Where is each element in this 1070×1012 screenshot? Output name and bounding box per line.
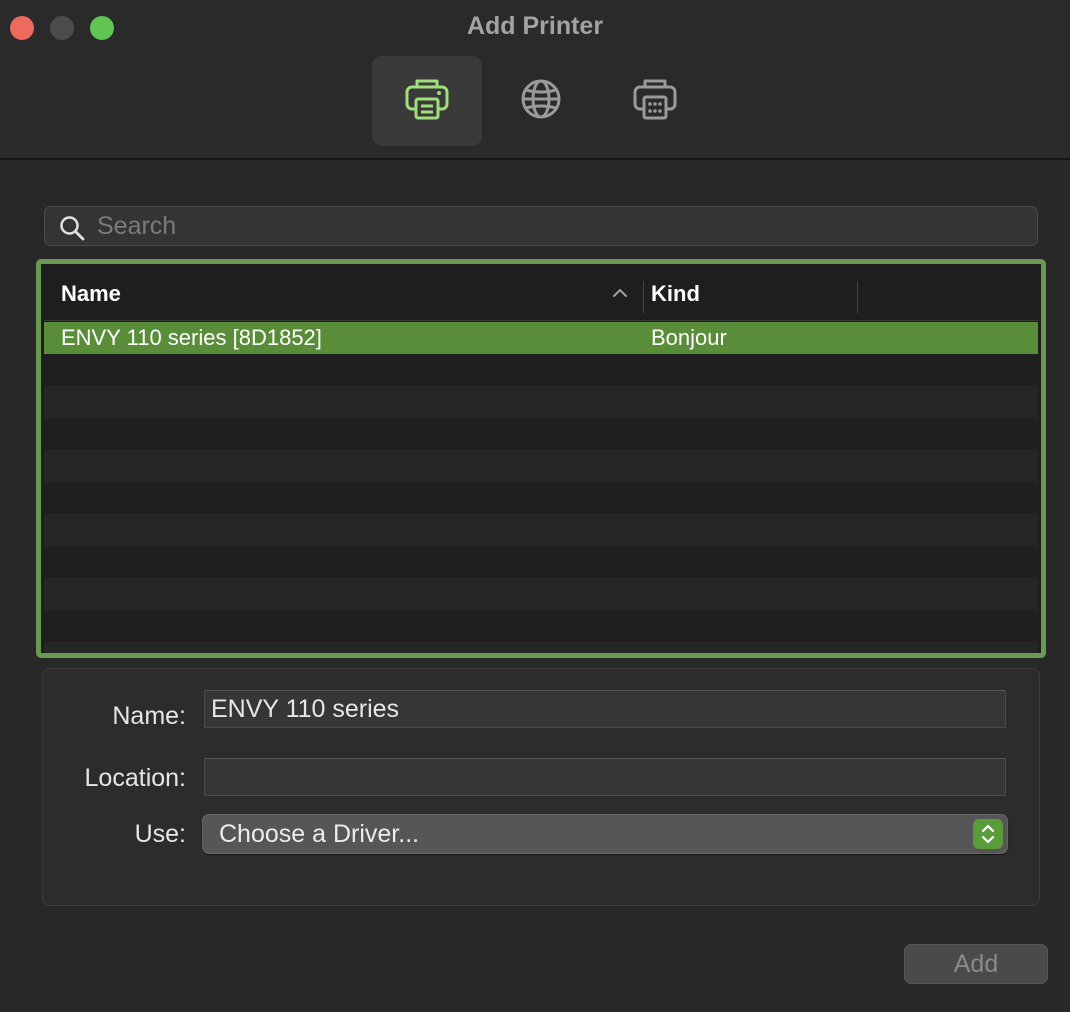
empty-row xyxy=(44,386,1038,418)
use-label: Use: xyxy=(134,820,186,848)
driver-popup-button[interactable]: Choose a Driver... xyxy=(202,814,1008,854)
search-icon xyxy=(59,215,85,246)
name-field[interactable] xyxy=(204,690,1006,728)
printer-windows-icon xyxy=(631,75,679,128)
table-header: Name Kind xyxy=(44,267,1038,321)
empty-row xyxy=(44,482,1038,514)
add-button[interactable]: Add xyxy=(904,944,1048,984)
title-bar: Add Printer xyxy=(0,0,1070,160)
printer-kind-cell: Bonjour xyxy=(651,325,727,350)
toolbar-default-button[interactable] xyxy=(372,56,482,146)
empty-row xyxy=(44,642,1038,653)
table-body: ENVY 110 series [8D1852] Bonjour xyxy=(44,322,1038,653)
empty-row xyxy=(44,418,1038,450)
column-separator[interactable] xyxy=(643,281,644,313)
driver-popup-value: Choose a Driver... xyxy=(219,820,420,848)
column-header-kind[interactable]: Kind xyxy=(651,267,851,321)
location-label: Location: xyxy=(84,764,186,792)
add-printer-window: Add Printer Search Name Kind ENVY 110 se… xyxy=(0,0,1070,1012)
printer-name-cell: ENVY 110 series [8D1852] xyxy=(61,325,322,350)
sort-ascending-icon[interactable] xyxy=(612,285,628,306)
column-separator[interactable] xyxy=(857,281,858,313)
globe-ip-icon xyxy=(519,77,563,126)
empty-row xyxy=(44,578,1038,610)
empty-row xyxy=(44,354,1038,386)
window-title: Add Printer xyxy=(466,12,604,40)
empty-row xyxy=(44,514,1038,546)
empty-row xyxy=(44,450,1038,482)
name-label: Name: xyxy=(112,702,186,730)
table-row[interactable]: ENVY 110 series [8D1852] Bonjour xyxy=(44,322,1038,354)
toolbar-ip-button[interactable] xyxy=(486,56,596,146)
column-header-name[interactable]: Name xyxy=(61,267,621,321)
printer-list[interactable]: Name Kind ENVY 110 series [8D1852] Bonjo… xyxy=(36,259,1046,658)
printer-default-icon xyxy=(403,75,451,128)
empty-row xyxy=(44,610,1038,642)
chevron-updown-icon[interactable] xyxy=(973,819,1003,849)
search-input[interactable] xyxy=(97,209,997,243)
location-field[interactable] xyxy=(204,758,1006,796)
toolbar-windows-button[interactable] xyxy=(600,56,710,146)
search-field[interactable] xyxy=(44,206,1038,246)
empty-row xyxy=(44,546,1038,578)
